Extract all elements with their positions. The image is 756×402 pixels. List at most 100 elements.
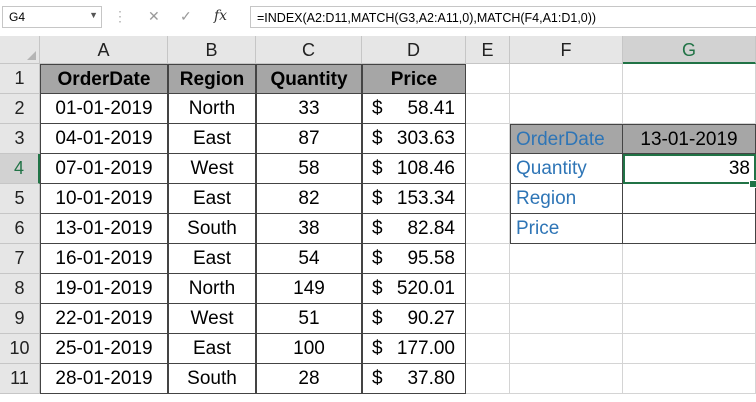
cell-d7[interactable]: $95.58 [362, 244, 466, 274]
cell-d3[interactable]: $303.63 [362, 124, 466, 154]
cell-a5[interactable]: 10-01-2019 [40, 184, 168, 214]
cell-c7[interactable]: 54 [256, 244, 362, 274]
row-header-1[interactable]: 1 [0, 64, 40, 94]
column-header-g[interactable]: G [623, 36, 756, 64]
row-header-6[interactable]: 6 [0, 214, 40, 244]
cell-c3[interactable]: 87 [256, 124, 362, 154]
column-header-c[interactable]: C [256, 36, 362, 64]
cell-b7[interactable]: East [168, 244, 256, 274]
formula-input[interactable]: =INDEX(A2:D11,MATCH(G3,A2:A11,0),MATCH(F… [250, 6, 756, 28]
chevron-down-icon[interactable]: ▼ [89, 10, 98, 20]
cancel-icon[interactable]: ✕ [148, 8, 160, 25]
table-header-cell[interactable]: Region [168, 64, 256, 94]
cell-g7[interactable] [623, 244, 756, 274]
row-header-8[interactable]: 8 [0, 274, 40, 304]
row-header-10[interactable]: 10 [0, 334, 40, 364]
cell-c11[interactable]: 28 [256, 364, 362, 394]
cell-c2[interactable]: 33 [256, 94, 362, 124]
row-header-3[interactable]: 3 [0, 124, 40, 154]
cell-g8[interactable] [623, 274, 756, 304]
cell-d4[interactable]: $108.46 [362, 154, 466, 184]
row-header-4[interactable]: 4 [0, 154, 40, 184]
table-header-cell[interactable]: Quantity [256, 64, 362, 94]
cell-b8[interactable]: North [168, 274, 256, 304]
drag-handle-icon[interactable]: ⋮ [113, 8, 127, 25]
cell-c4[interactable]: 58 [256, 154, 362, 184]
cell-d5[interactable]: $153.34 [362, 184, 466, 214]
cell-d10[interactable]: $177.00 [362, 334, 466, 364]
cell-b3[interactable]: East [168, 124, 256, 154]
cell-d2[interactable]: $58.41 [362, 94, 466, 124]
cell-b9[interactable]: West [168, 304, 256, 334]
active-cell-g4[interactable]: 38 [623, 154, 756, 184]
select-all-corner[interactable] [0, 36, 40, 64]
column-header-d[interactable]: D [362, 36, 466, 64]
cell-e9[interactable] [466, 304, 510, 334]
lookup-label[interactable]: Price [510, 214, 623, 244]
column-header-f[interactable]: F [510, 36, 623, 64]
cell-e10[interactable] [466, 334, 510, 364]
cell-g9[interactable] [623, 304, 756, 334]
cell-a7[interactable]: 16-01-2019 [40, 244, 168, 274]
cell-f10[interactable] [510, 334, 623, 364]
cell-g11[interactable] [623, 364, 756, 394]
fill-handle[interactable] [749, 180, 756, 188]
cell-a4[interactable]: 07-01-2019 [40, 154, 168, 184]
cell-d11[interactable]: $37.80 [362, 364, 466, 394]
row-header-5[interactable]: 5 [0, 184, 40, 214]
cell-c8[interactable]: 149 [256, 274, 362, 304]
cell-g1[interactable] [623, 64, 756, 94]
table-header-cell[interactable]: OrderDate [40, 64, 168, 94]
cell-f2[interactable] [510, 94, 623, 124]
cell-e3[interactable] [466, 124, 510, 154]
cell-b10[interactable]: East [168, 334, 256, 364]
row-header-7[interactable]: 7 [0, 244, 40, 274]
cell-b11[interactable]: South [168, 364, 256, 394]
insert-function-icon[interactable]: fx [214, 8, 227, 24]
cell-b4[interactable]: West [168, 154, 256, 184]
lookup-label[interactable]: Quantity [510, 154, 623, 184]
cell-e7[interactable] [466, 244, 510, 274]
row-header-9[interactable]: 9 [0, 304, 40, 334]
cell-e5[interactable] [466, 184, 510, 214]
column-header-b[interactable]: B [168, 36, 256, 64]
lookup-value[interactable] [623, 214, 756, 244]
cell-g10[interactable] [623, 334, 756, 364]
cell-f8[interactable] [510, 274, 623, 304]
lookup-label[interactable]: Region [510, 184, 623, 214]
lookup-value[interactable] [623, 184, 756, 214]
cell-b6[interactable]: South [168, 214, 256, 244]
cell-f9[interactable] [510, 304, 623, 334]
cell-d8[interactable]: $520.01 [362, 274, 466, 304]
cell-a2[interactable]: 01-01-2019 [40, 94, 168, 124]
table-header-cell[interactable]: Price [362, 64, 466, 94]
cell-b2[interactable]: North [168, 94, 256, 124]
cell-e11[interactable] [466, 364, 510, 394]
cell-e1[interactable] [466, 64, 510, 94]
cell-d9[interactable]: $90.27 [362, 304, 466, 334]
cell-d6[interactable]: $82.84 [362, 214, 466, 244]
cell-f7[interactable] [510, 244, 623, 274]
lookup-value[interactable]: 13-01-2019 [623, 124, 756, 154]
cell-a6[interactable]: 13-01-2019 [40, 214, 168, 244]
cell-e8[interactable] [466, 274, 510, 304]
cell-g2[interactable] [623, 94, 756, 124]
column-header-e[interactable]: E [466, 36, 510, 64]
cell-e4[interactable] [466, 154, 510, 184]
column-header-a[interactable]: A [40, 36, 168, 64]
cell-f1[interactable] [510, 64, 623, 94]
row-header-11[interactable]: 11 [0, 364, 40, 394]
cell-c9[interactable]: 51 [256, 304, 362, 334]
cell-a3[interactable]: 04-01-2019 [40, 124, 168, 154]
cell-a11[interactable]: 28-01-2019 [40, 364, 168, 394]
worksheet-grid[interactable]: A B C D E F G 1 OrderDate Region Quantity Price 2 01-… [0, 36, 756, 402]
cell-a10[interactable]: 25-01-2019 [40, 334, 168, 364]
cell-f11[interactable] [510, 364, 623, 394]
cell-c6[interactable]: 38 [256, 214, 362, 244]
cell-a8[interactable]: 19-01-2019 [40, 274, 168, 304]
row-header-2[interactable]: 2 [0, 94, 40, 124]
name-box[interactable]: G4 ▼ [2, 6, 102, 28]
enter-check-icon[interactable]: ✓ [180, 8, 192, 25]
cell-c10[interactable]: 100 [256, 334, 362, 364]
cell-b5[interactable]: East [168, 184, 256, 214]
